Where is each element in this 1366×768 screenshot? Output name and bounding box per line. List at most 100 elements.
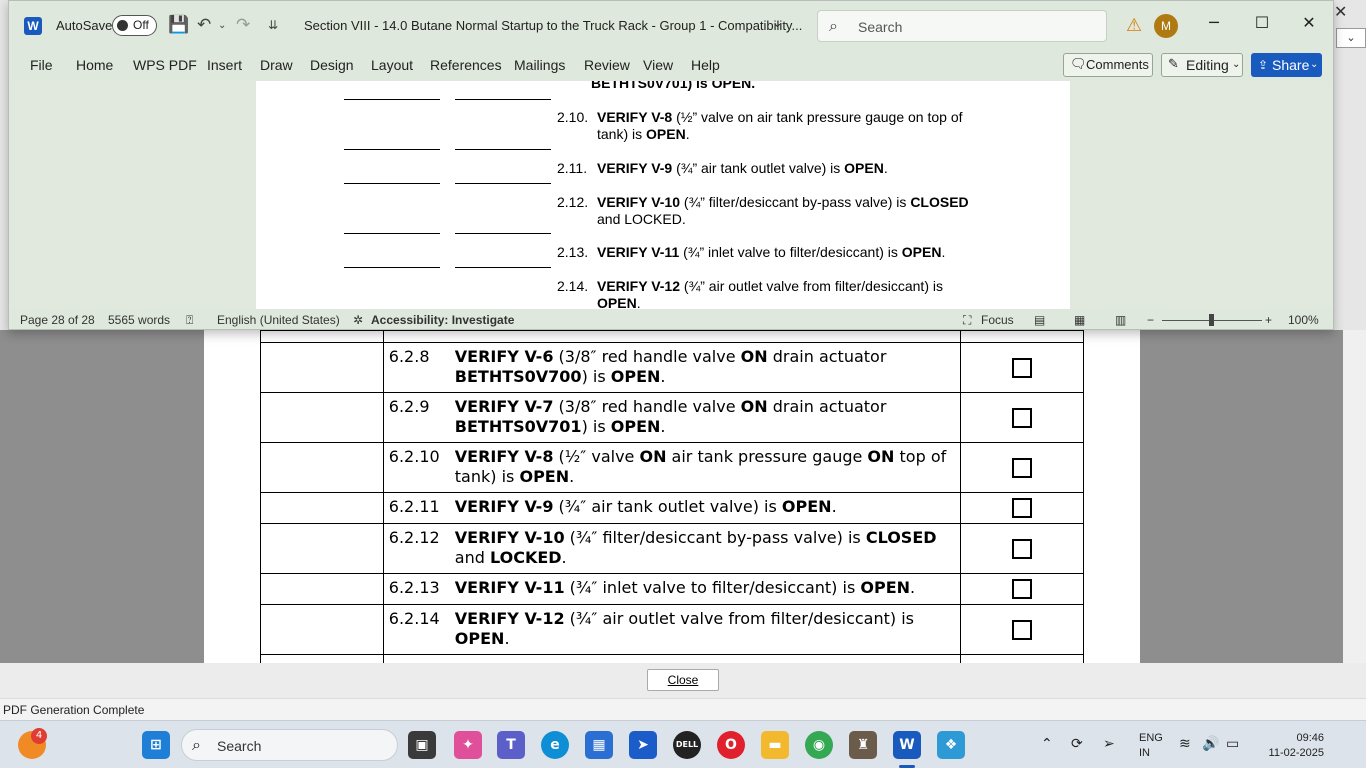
menu-review[interactable]: Review — [584, 57, 630, 73]
task-view-icon[interactable]: ▣ — [408, 731, 436, 759]
warning-icon[interactable]: ⚠ — [1126, 15, 1142, 36]
menu-home[interactable]: Home — [76, 57, 113, 73]
autosave-toggle[interactable]: Off — [112, 15, 157, 36]
battery-icon[interactable]: ▭ — [1226, 736, 1239, 752]
step-number: 6.2.8 — [388, 347, 430, 366]
windows-start-icon[interactable]: ⊞ — [142, 731, 170, 759]
redo-icon[interactable]: ↷ — [236, 15, 250, 35]
menu-draw[interactable]: Draw — [260, 57, 293, 73]
share-button[interactable]: ⇪ Share ⌄ — [1251, 53, 1322, 77]
customize-toolbar-icon[interactable]: ⇊ — [268, 18, 278, 32]
document-page[interactable]: BETHTS0V701) is OPEN. 2.10. VERIFY V-8 (½… — [256, 81, 1070, 309]
zoom-level[interactable]: 100% — [1288, 313, 1319, 327]
search-input[interactable]: ⌕ Search — [817, 10, 1107, 42]
zoom-in-icon[interactable]: + — [1265, 313, 1272, 327]
accessibility-status[interactable]: Accessibility: Investigate — [371, 313, 514, 327]
store-icon[interactable]: ▦ — [585, 731, 613, 759]
chevron-up-icon[interactable]: ⌃ — [1041, 736, 1053, 752]
menu-file[interactable]: File — [30, 57, 53, 73]
menu-references[interactable]: References — [430, 57, 502, 73]
step-text: VERIFY V-10 (¾″ filter/desiccant by-pass… — [454, 528, 937, 567]
file-explorer-icon[interactable]: ▬ — [761, 731, 789, 759]
close-icon[interactable]: ✕ — [1294, 13, 1324, 32]
signature-line — [344, 233, 440, 234]
avatar[interactable]: M — [1154, 14, 1178, 38]
signature-line — [455, 183, 551, 184]
language-indicator[interactable]: English (United States) — [217, 313, 340, 327]
step-number: 2.13. — [557, 244, 589, 260]
checkbox[interactable] — [1012, 357, 1033, 378]
taskbar: 4 ⊞ ⌕ Search ▣ ✦ T e ▦ ➤ DELL O ▬ ◉ ♜ W … — [0, 720, 1366, 768]
signature-line — [344, 267, 440, 268]
copilot-icon[interactable]: ✦ — [454, 731, 482, 759]
page-indicator[interactable]: Page 28 of 28 — [20, 313, 95, 327]
save-icon[interactable]: 💾 — [168, 15, 189, 35]
dell-icon[interactable]: DELL — [673, 731, 701, 759]
clock[interactable]: 09:46 11-02-2025 — [1258, 731, 1324, 761]
pdf-procedure-table: 6.2.8 VERIFY V-6 (3/8″ red handle valve O… — [260, 330, 1084, 663]
maximize-icon[interactable]: ☐ — [1247, 13, 1277, 32]
location-icon[interactable]: ➢ — [1103, 736, 1115, 752]
print-layout-icon[interactable]: ▦ — [1074, 313, 1085, 327]
chevron-down-icon[interactable]: ⌄ — [772, 16, 783, 31]
taskbar-search[interactable]: ⌕ Search — [181, 729, 398, 761]
editing-mode-button[interactable]: ✎ Editing ⌄ — [1161, 53, 1243, 77]
focus-button[interactable]: Focus — [981, 313, 1014, 327]
close-button[interactable]: Close — [647, 669, 719, 691]
pdf-step: 6.2.8 VERIFY V-6 (3/8″ red handle valve O… — [389, 347, 954, 387]
step-text: VERIFY V-12 (¾″ air outlet valve from fi… — [454, 609, 914, 648]
app-icon[interactable]: ♜ — [849, 731, 877, 759]
signature-line — [455, 99, 551, 100]
comments-button[interactable]: 🗨 Comments — [1063, 53, 1153, 77]
send-app-icon[interactable]: ➤ — [629, 731, 657, 759]
proofing-icon[interactable]: ⍰ — [186, 313, 193, 328]
teams-icon[interactable]: T — [497, 731, 525, 759]
undo-icon[interactable]: ↶ — [197, 15, 211, 35]
input-language[interactable]: ENG IN — [1139, 731, 1163, 761]
pdf-viewer-chevron-down-icon[interactable]: ⌄ — [1336, 28, 1366, 48]
checkbox[interactable] — [1012, 498, 1033, 519]
menu-view[interactable]: View — [643, 57, 673, 73]
step-text: VERIFY V-10 (¾” filter/desiccant by-pass… — [597, 194, 969, 227]
menu-wps-pdf[interactable]: WPS PDF — [133, 57, 197, 73]
menu-mailings[interactable]: Mailings — [514, 57, 565, 73]
search-placeholder: Search — [858, 19, 903, 35]
menu-layout[interactable]: Layout — [371, 57, 413, 73]
pdf-viewer-scrollbar[interactable] — [1343, 330, 1366, 663]
pdf-viewer-close-icon[interactable]: ✕ — [1334, 2, 1347, 21]
step-number: 6.2.10 — [388, 447, 440, 466]
zoom-out-icon[interactable]: − — [1147, 313, 1154, 327]
undo-dropdown-icon[interactable]: ⌄ — [218, 20, 226, 31]
step-number: 2.10. — [557, 109, 589, 125]
network-sync-icon[interactable]: ⟳ — [1071, 736, 1083, 752]
zoom-slider-thumb[interactable] — [1209, 314, 1214, 326]
pdf-step: 6.2.9 VERIFY V-7 (3/8″ red handle valve O… — [389, 397, 954, 437]
checkbox[interactable] — [1012, 538, 1033, 559]
document-title[interactable]: Section VIII - 14.0 Butane Normal Startu… — [304, 18, 802, 33]
edge-icon[interactable]: e — [541, 731, 569, 759]
menu-insert[interactable]: Insert — [207, 57, 242, 73]
word-taskbar-icon[interactable]: W — [893, 731, 921, 759]
chrome-icon[interactable]: ◉ — [805, 731, 833, 759]
checkbox[interactable] — [1012, 457, 1033, 478]
comments-label: Comments — [1086, 57, 1149, 72]
pdf-page: 6.2.8 VERIFY V-6 (3/8″ red handle valve O… — [204, 330, 1140, 663]
checkbox[interactable] — [1012, 579, 1033, 600]
wifi-icon[interactable]: ≋ — [1179, 736, 1191, 752]
opera-icon[interactable]: O — [717, 731, 745, 759]
checkbox[interactable] — [1012, 407, 1033, 428]
signature-line — [455, 267, 551, 268]
volume-icon[interactable]: 🔊 — [1202, 736, 1219, 752]
word-count[interactable]: 5565 words — [108, 313, 170, 327]
menu-help[interactable]: Help — [691, 57, 720, 73]
web-layout-icon[interactable]: ▥ — [1115, 313, 1126, 327]
document-canvas[interactable]: BETHTS0V701) is OPEN. 2.10. VERIFY V-8 (½… — [9, 81, 1333, 309]
read-mode-icon[interactable]: ▤ — [1034, 313, 1045, 327]
minimize-icon[interactable]: ─ — [1199, 13, 1229, 32]
checkbox[interactable] — [1012, 619, 1033, 640]
menu-design[interactable]: Design — [310, 57, 354, 73]
step-number: 6.2.12 — [388, 528, 440, 547]
app-icon-2[interactable]: ❖ — [937, 731, 965, 759]
step-text: VERIFY V-6 (3/8″ red handle valve ON dra… — [454, 347, 887, 386]
table-row: 6.2.12 VERIFY V-10 (¾″ filter/desiccant b… — [260, 523, 1084, 574]
